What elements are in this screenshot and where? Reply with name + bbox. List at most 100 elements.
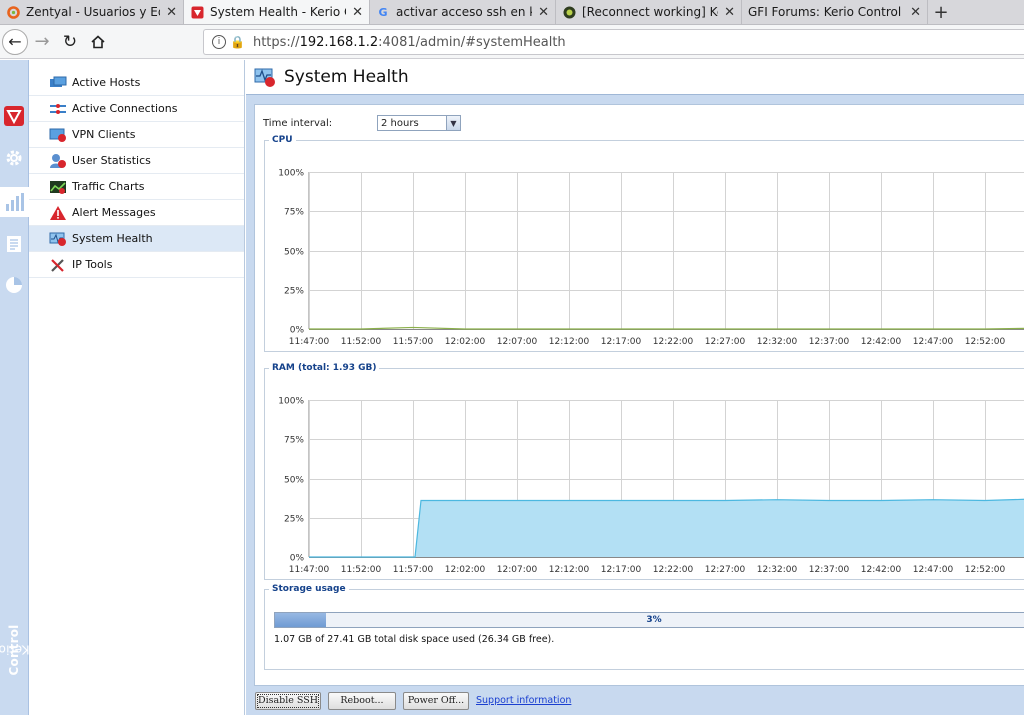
x-tick-label: 12:17:00 xyxy=(601,337,642,347)
browser-nav-bar: ← → ↻ i 🔒 https://192.168.1.2:4081/admin… xyxy=(0,25,1024,59)
lock-warning-icon[interactable]: 🔒 xyxy=(230,35,245,49)
y-tick-label: 75% xyxy=(284,436,304,446)
x-tick-label: 12:52:00 xyxy=(965,337,1006,347)
plus-icon: + xyxy=(933,1,949,23)
tab-label: GFI Forums: Kerio Control » Kerio xyxy=(748,5,904,19)
x-tick-label: 12:12:00 xyxy=(549,337,590,347)
storage-legend: Storage usage xyxy=(272,584,346,594)
forward-button[interactable]: → xyxy=(28,28,56,56)
status-nav-list: Active Hosts Active Connections VPN Clie… xyxy=(29,60,245,715)
nav-item-system-health[interactable]: System Health xyxy=(29,226,244,252)
nav-item-label: VPN Clients xyxy=(72,128,136,141)
action-bar: Disable SSH Reboot... Power Off... Suppo… xyxy=(246,686,1024,715)
home-button[interactable] xyxy=(84,28,112,56)
x-tick-label: 12:22:00 xyxy=(653,565,694,575)
close-icon[interactable]: ✕ xyxy=(352,5,363,20)
tab-label: System Health - Kerio Control xyxy=(210,5,346,19)
status-chart-icon[interactable] xyxy=(0,187,29,217)
nav-item-label: Active Hosts xyxy=(72,76,141,89)
browser-tab-google[interactable]: G activar acceso ssh en kerio ✕ xyxy=(370,0,556,24)
disable-ssh-button[interactable]: Disable SSH xyxy=(255,691,321,710)
gear-icon[interactable] xyxy=(2,146,26,170)
cpu-chart: 11:47:00 11:52:00 11:57:00 12:02:00 12:07:00… xyxy=(278,169,1024,347)
back-button[interactable]: ← xyxy=(2,28,28,55)
x-tick-label: 11:52:00 xyxy=(341,565,382,575)
nav-item-active-hosts[interactable]: Active Hosts xyxy=(29,70,244,96)
y-tick-label: 50% xyxy=(284,248,304,258)
x-tick-label: 11:57:00 xyxy=(393,337,434,347)
y-tick-label: 25% xyxy=(284,287,304,297)
new-tab-button[interactable]: + xyxy=(928,0,954,24)
system-health-content: Time interval: 2 hours ▼ CPU 11:47:00 11:… xyxy=(254,104,1024,686)
x-tick-label: 11:52:00 xyxy=(341,337,382,347)
forum-icon xyxy=(562,5,576,19)
page-title: System Health xyxy=(284,67,409,87)
brand-light: Kerio xyxy=(0,643,30,658)
browser-tab-gfi[interactable]: GFI Forums: Kerio Control » Kerio ✕ xyxy=(742,0,928,24)
kerio-logo-icon[interactable] xyxy=(2,104,26,128)
y-tick-label: 75% xyxy=(284,208,304,218)
browser-tab-zentyal[interactable]: Zentyal - Usuarios y Equipos ✕ xyxy=(0,0,184,24)
nav-item-label: Alert Messages xyxy=(72,206,156,219)
reload-button[interactable]: ↻ xyxy=(56,28,84,56)
url-host: 192.168.1.2 xyxy=(299,34,379,50)
close-icon[interactable]: ✕ xyxy=(166,5,177,20)
support-information-link[interactable]: Support information xyxy=(476,695,571,706)
google-icon: G xyxy=(378,5,388,19)
info-icon[interactable]: i xyxy=(212,35,226,49)
x-tick-label: 11:47:00 xyxy=(289,565,330,575)
hosts-icon xyxy=(49,75,67,91)
x-tick-label: 12:27:00 xyxy=(705,337,746,347)
url-prefix: https:// xyxy=(252,34,300,50)
time-interval-value: 2 hours xyxy=(381,117,419,129)
x-tick-label: 12:32:00 xyxy=(757,337,798,347)
x-tick-label: 12:27:00 xyxy=(705,565,746,575)
close-icon[interactable]: ✕ xyxy=(538,5,549,20)
x-tick-label: 12:12:00 xyxy=(549,565,590,575)
browser-tab-bar: Zentyal - Usuarios y Equipos ✕ System He… xyxy=(0,0,1024,25)
cpu-panel: CPU 11:47:00 11:52:00 11:57:00 12:02:00 12:0… xyxy=(264,135,1024,352)
arrow-left-icon: ← xyxy=(8,32,22,51)
y-tick-label: 25% xyxy=(284,515,304,525)
close-icon[interactable]: ✕ xyxy=(724,5,735,20)
x-tick-label: 12:47:00 xyxy=(913,565,954,575)
user-stats-icon xyxy=(49,153,67,169)
time-interval-select[interactable]: 2 hours ▼ xyxy=(377,115,461,131)
kerio-sidebar-strip: Kerio Control xyxy=(0,60,30,715)
storage-panel: Storage usage 3% 1.07 GB of 27.41 GB tot… xyxy=(264,584,1024,670)
nav-item-alert-messages[interactable]: Alert Messages xyxy=(29,200,244,226)
tab-label: Zentyal - Usuarios y Equipos xyxy=(26,5,160,19)
ram-chart: 11:47:00 11:52:00 11:57:00 12:02:00 12:07:00… xyxy=(278,397,1024,575)
nav-item-active-connections[interactable]: Active Connections xyxy=(29,96,244,122)
storage-percent: 3% xyxy=(646,615,662,625)
reload-icon: ↻ xyxy=(62,31,78,52)
time-interval-label: Time interval: xyxy=(263,117,333,129)
storage-progress-bar: 3% xyxy=(274,612,1024,628)
nav-item-user-statistics[interactable]: User Statistics xyxy=(29,148,244,174)
logs-icon[interactable] xyxy=(2,232,26,256)
home-icon xyxy=(91,34,105,48)
nav-item-label: IP Tools xyxy=(72,258,113,271)
nav-item-label: Traffic Charts xyxy=(72,180,145,193)
nav-item-ip-tools[interactable]: IP Tools xyxy=(29,252,244,278)
y-tick-label: 100% xyxy=(278,169,304,179)
x-tick-label: 12:37:00 xyxy=(809,337,850,347)
x-tick-label: 12:02:00 xyxy=(445,565,486,575)
x-tick-label: 12:32:00 xyxy=(757,565,798,575)
url-bar[interactable]: i 🔒 https://192.168.1.2:4081/admin/#syst… xyxy=(203,29,1024,55)
reboot-button[interactable]: Reboot... xyxy=(328,691,396,710)
tab-label: [Reconnect working] Kerio xyxy=(582,5,718,19)
browser-tab-kerio[interactable]: System Health - Kerio Control ✕ xyxy=(184,0,370,24)
tools-icon xyxy=(49,257,67,273)
x-tick-label: 12:47:00 xyxy=(913,337,954,347)
y-tick-label: 100% xyxy=(278,397,304,407)
browser-tab-forum[interactable]: [Reconnect working] Kerio ✕ xyxy=(556,0,742,24)
close-icon[interactable]: ✕ xyxy=(910,5,921,20)
nav-item-traffic-charts[interactable]: Traffic Charts xyxy=(29,174,244,200)
connections-icon xyxy=(49,101,67,117)
pie-chart-icon[interactable] xyxy=(2,273,26,297)
nav-item-vpn-clients[interactable]: VPN Clients xyxy=(29,122,244,148)
chevron-down-icon[interactable]: ▼ xyxy=(446,116,460,130)
y-tick-label: 0% xyxy=(290,326,305,336)
power-off-button[interactable]: Power Off... xyxy=(403,691,469,710)
